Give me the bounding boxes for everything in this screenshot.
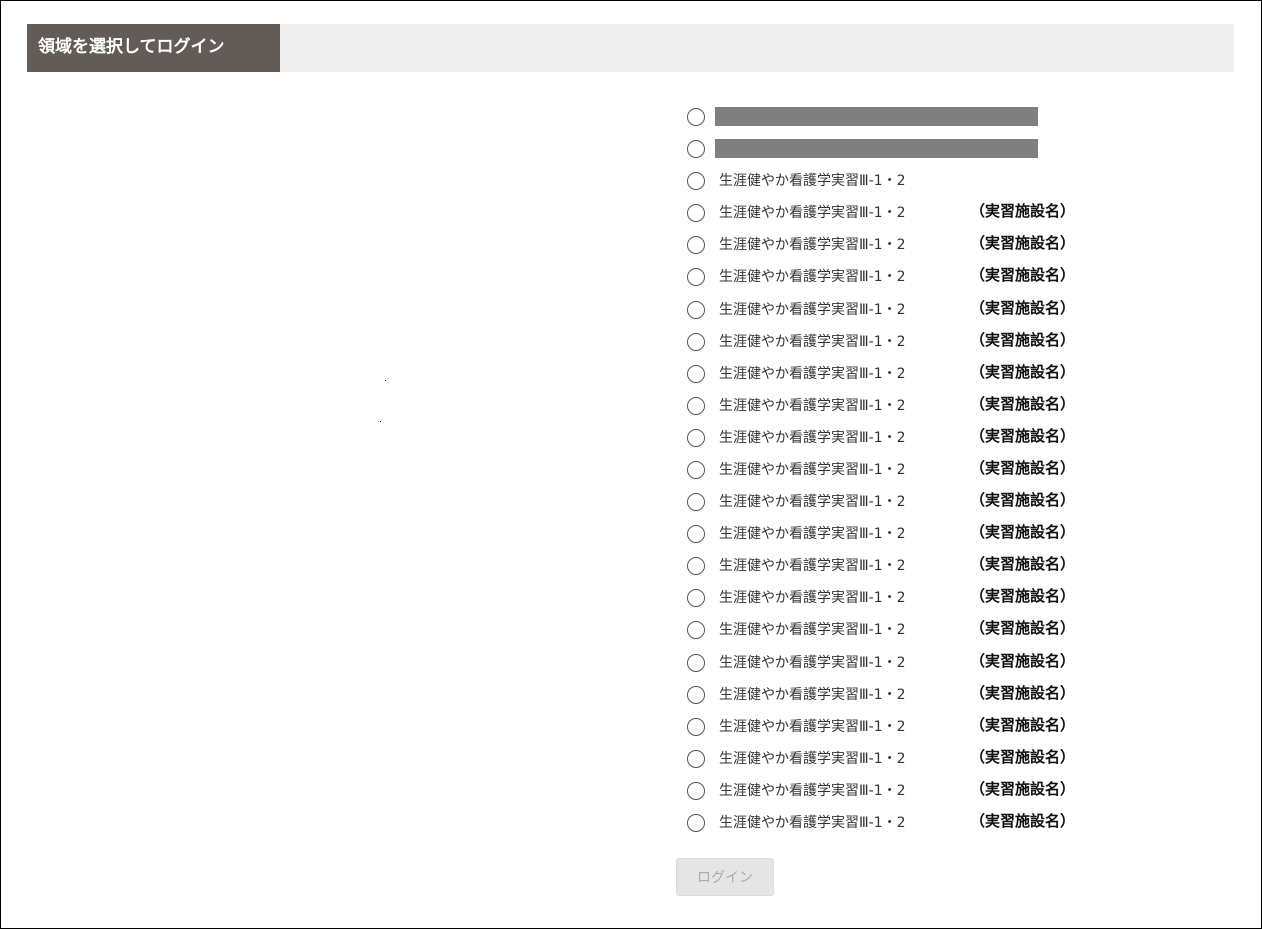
radio-circle-icon[interactable] bbox=[687, 461, 705, 479]
radio-circle-icon[interactable] bbox=[687, 397, 705, 415]
facility-name: （実習施設名） bbox=[970, 684, 1076, 702]
domain-option[interactable]: 生涯健やか看護学実習Ⅲ-1・2 （実習施設名） bbox=[687, 201, 1075, 225]
option-label: 生涯健やか看護学実習Ⅲ-1・2 bbox=[719, 173, 906, 189]
option-label: 生涯健やか看護学実習Ⅲ-1・2 bbox=[719, 687, 906, 703]
domain-option[interactable]: 生涯健やか看護学実習Ⅲ-1・2 （実習施設名） bbox=[687, 298, 1075, 322]
option-label: 生涯健やか看護学実習Ⅲ-1・2 bbox=[719, 334, 906, 350]
stray-dot bbox=[385, 380, 386, 381]
domain-option[interactable]: 生涯健やか看護学実習Ⅲ-1・2 （実習施設名） bbox=[687, 394, 1075, 418]
option-label: 生涯健やか看護学実習Ⅲ-1・2 bbox=[719, 302, 906, 318]
domain-option[interactable]: 生涯健やか看護学実習Ⅲ-1・2 （実習施設名） bbox=[687, 458, 1075, 482]
facility-name: （実習施設名） bbox=[970, 234, 1076, 252]
facility-name: （実習施設名） bbox=[970, 619, 1076, 637]
domain-option[interactable]: 生涯健やか看護学実習Ⅲ-1・2 （実習施設名） bbox=[687, 554, 1075, 578]
facility-name: （実習施設名） bbox=[970, 716, 1076, 734]
option-label: 生涯健やか看護学実習Ⅲ-1・2 bbox=[719, 590, 906, 606]
domain-option[interactable]: 生涯健やか看護学実習Ⅲ-1・2 （実習施設名） bbox=[687, 522, 1075, 546]
option-label: 生涯健やか看護学実習Ⅲ-1・2 bbox=[719, 462, 906, 478]
domain-option[interactable]: 生涯健やか看護学実習Ⅲ-1・2 （実習施設名） bbox=[687, 490, 1075, 514]
domain-option[interactable]: 生涯健やか看護学実習Ⅲ-1・2 （実習施設名） bbox=[687, 362, 1075, 386]
domain-option[interactable]: 生涯健やか看護学実習Ⅲ-1・2 （実習施設名） bbox=[687, 651, 1075, 675]
domain-option[interactable]: 生涯健やか看護学実習Ⅲ-1・2 （実習施設名） bbox=[687, 586, 1075, 610]
radio-circle-icon[interactable] bbox=[687, 204, 705, 222]
page-frame: 領域を選択してログイン 生涯健やか看護学実習Ⅲ-1・2 生涯健やか看護学実習Ⅲ-1… bbox=[0, 0, 1262, 929]
domain-option[interactable]: 生涯健やか看護学実習Ⅲ-1・2 （実習施設名） bbox=[687, 779, 1075, 803]
option-label: 生涯健やか看護学実習Ⅲ-1・2 bbox=[719, 398, 906, 414]
domain-option[interactable]: 生涯健やか看護学実習Ⅲ-1・2 （実習施設名） bbox=[687, 811, 1075, 835]
facility-name: （実習施設名） bbox=[970, 266, 1076, 284]
domain-option[interactable] bbox=[687, 105, 1038, 129]
radio-circle-icon[interactable] bbox=[687, 686, 705, 704]
facility-name: （実習施設名） bbox=[970, 523, 1076, 541]
radio-circle-icon[interactable] bbox=[687, 108, 705, 126]
stray-dot bbox=[380, 421, 381, 422]
option-label: 生涯健やか看護学実習Ⅲ-1・2 bbox=[719, 783, 906, 799]
domain-option[interactable]: 生涯健やか看護学実習Ⅲ-1・2 （実習施設名） bbox=[687, 265, 1075, 289]
radio-circle-icon[interactable] bbox=[687, 814, 705, 832]
option-label: 生涯健やか看護学実習Ⅲ-1・2 bbox=[719, 622, 906, 638]
redacted-label bbox=[715, 139, 1038, 158]
domain-option[interactable]: 生涯健やか看護学実習Ⅲ-1・2 bbox=[687, 169, 906, 193]
option-label: 生涯健やか看護学実習Ⅲ-1・2 bbox=[719, 205, 906, 221]
option-label: 生涯健やか看護学実習Ⅲ-1・2 bbox=[719, 494, 906, 510]
radio-circle-icon[interactable] bbox=[687, 557, 705, 575]
facility-name: （実習施設名） bbox=[970, 652, 1076, 670]
radio-circle-icon[interactable] bbox=[687, 493, 705, 511]
facility-name: （実習施設名） bbox=[970, 363, 1076, 381]
header-bar: 領域を選択してログイン bbox=[27, 24, 1234, 72]
option-label: 生涯健やか看護学実習Ⅲ-1・2 bbox=[719, 815, 906, 831]
facility-name: （実習施設名） bbox=[970, 459, 1076, 477]
radio-circle-icon[interactable] bbox=[687, 236, 705, 254]
option-label: 生涯健やか看護学実習Ⅲ-1・2 bbox=[719, 366, 906, 382]
domain-option[interactable]: 生涯健やか看護学実習Ⅲ-1・2 （実習施設名） bbox=[687, 683, 1075, 707]
domain-option[interactable]: 生涯健やか看護学実習Ⅲ-1・2 （実習施設名） bbox=[687, 233, 1075, 257]
facility-name: （実習施設名） bbox=[970, 299, 1076, 317]
facility-name: （実習施設名） bbox=[970, 427, 1076, 445]
facility-name: （実習施設名） bbox=[970, 748, 1076, 766]
radio-circle-icon[interactable] bbox=[687, 654, 705, 672]
radio-circle-icon[interactable] bbox=[687, 172, 705, 190]
domain-option[interactable]: 生涯健やか看護学実習Ⅲ-1・2 （実習施設名） bbox=[687, 330, 1075, 354]
radio-circle-icon[interactable] bbox=[687, 333, 705, 351]
radio-circle-icon[interactable] bbox=[687, 365, 705, 383]
facility-name: （実習施設名） bbox=[970, 491, 1076, 509]
facility-name: （実習施設名） bbox=[970, 587, 1076, 605]
option-label: 生涯健やか看護学実習Ⅲ-1・2 bbox=[719, 269, 906, 285]
radio-circle-icon[interactable] bbox=[687, 589, 705, 607]
domain-option[interactable] bbox=[687, 137, 1038, 161]
radio-circle-icon[interactable] bbox=[687, 268, 705, 286]
domain-option[interactable]: 生涯健やか看護学実習Ⅲ-1・2 （実習施設名） bbox=[687, 426, 1075, 450]
login-button[interactable]: ログイン bbox=[676, 858, 774, 896]
page-title: 領域を選択してログイン bbox=[27, 24, 280, 72]
facility-name: （実習施設名） bbox=[970, 395, 1076, 413]
domain-option[interactable]: 生涯健やか看護学実習Ⅲ-1・2 （実習施設名） bbox=[687, 715, 1075, 739]
option-label: 生涯健やか看護学実習Ⅲ-1・2 bbox=[719, 430, 906, 446]
domain-option[interactable]: 生涯健やか看護学実習Ⅲ-1・2 （実習施設名） bbox=[687, 747, 1075, 771]
facility-name: （実習施設名） bbox=[970, 812, 1076, 830]
radio-circle-icon[interactable] bbox=[687, 140, 705, 158]
facility-name: （実習施設名） bbox=[970, 555, 1076, 573]
option-label: 生涯健やか看護学実習Ⅲ-1・2 bbox=[719, 719, 906, 735]
radio-circle-icon[interactable] bbox=[687, 621, 705, 639]
radio-circle-icon[interactable] bbox=[687, 718, 705, 736]
facility-name: （実習施設名） bbox=[970, 331, 1076, 349]
option-label: 生涯健やか看護学実習Ⅲ-1・2 bbox=[719, 237, 906, 253]
radio-circle-icon[interactable] bbox=[687, 301, 705, 319]
redacted-label bbox=[715, 107, 1038, 126]
radio-circle-icon[interactable] bbox=[687, 750, 705, 768]
radio-circle-icon[interactable] bbox=[687, 525, 705, 543]
facility-name: （実習施設名） bbox=[970, 202, 1076, 220]
option-label: 生涯健やか看護学実習Ⅲ-1・2 bbox=[719, 526, 906, 542]
option-label: 生涯健やか看護学実習Ⅲ-1・2 bbox=[719, 655, 906, 671]
facility-name: （実習施設名） bbox=[970, 780, 1076, 798]
option-label: 生涯健やか看護学実習Ⅲ-1・2 bbox=[719, 751, 906, 767]
option-label: 生涯健やか看護学実習Ⅲ-1・2 bbox=[719, 558, 906, 574]
radio-circle-icon[interactable] bbox=[687, 782, 705, 800]
domain-option[interactable]: 生涯健やか看護学実習Ⅲ-1・2 （実習施設名） bbox=[687, 618, 1075, 642]
radio-circle-icon[interactable] bbox=[687, 429, 705, 447]
